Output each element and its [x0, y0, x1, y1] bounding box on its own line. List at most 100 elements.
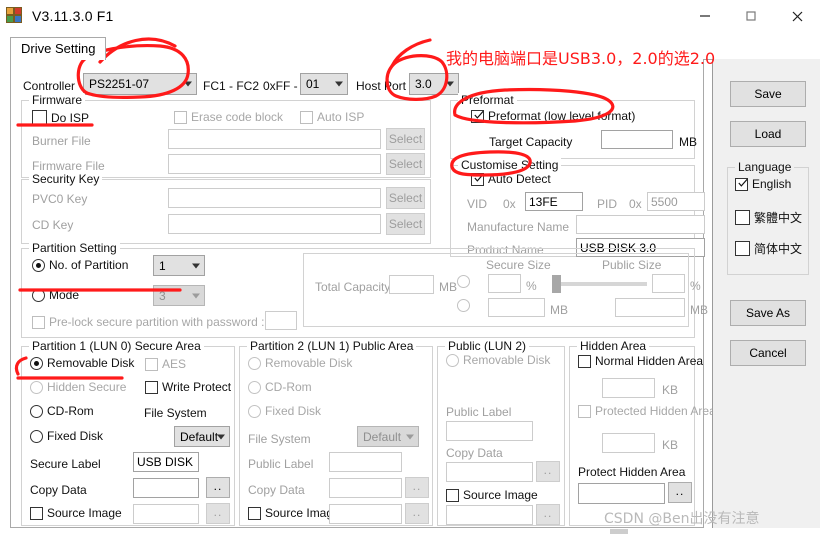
- auto-detect-checkbox[interactable]: Auto Detect: [471, 172, 551, 186]
- p1-copy-data-input[interactable]: [133, 478, 199, 498]
- protect-hidden-area-browse-button[interactable]: ..: [668, 482, 692, 503]
- preformat-checkbox[interactable]: Preformat (low level format): [471, 109, 635, 123]
- p2-cd-rom-radio[interactable]: CD-Rom: [248, 380, 312, 394]
- firmware-file-input[interactable]: [168, 154, 381, 174]
- p1-cd-rom-label: CD-Rom: [47, 404, 94, 418]
- pid-input[interactable]: 5500: [647, 192, 705, 211]
- prelock-password-input[interactable]: [265, 311, 297, 330]
- slider-thumb[interactable]: [552, 275, 561, 293]
- lun2-copy-data-browse-button[interactable]: ..: [536, 461, 560, 482]
- p2-fixed-disk-radio[interactable]: Fixed Disk: [248, 404, 321, 418]
- secure-size-label: Secure Size: [486, 258, 551, 272]
- language-traditional-chinese-checkbox[interactable]: 繁體中文: [735, 209, 802, 226]
- firmware-file-label: Firmware File: [32, 159, 105, 173]
- maximize-icon[interactable]: [728, 0, 774, 32]
- total-capacity-unit: MB: [439, 280, 457, 294]
- p1-hidden-secure-radio[interactable]: Hidden Secure: [30, 380, 126, 394]
- p2-file-system-select[interactable]: Default: [357, 426, 419, 447]
- p1-source-image-browse-button[interactable]: ..: [206, 503, 230, 524]
- p1-cd-rom-radio[interactable]: CD-Rom: [30, 404, 94, 418]
- secure-percent-input[interactable]: [488, 274, 521, 293]
- scroll-nub[interactable]: [610, 529, 628, 534]
- do-isp-label: Do ISP: [51, 110, 90, 125]
- do-isp-checkbox[interactable]: Do ISP: [32, 110, 89, 125]
- no-of-partition-select[interactable]: 1: [153, 255, 205, 276]
- no-of-partition-value: 1: [159, 258, 166, 273]
- radio-circle: [30, 380, 43, 394]
- load-button[interactable]: Load: [730, 121, 806, 147]
- p1-source-image-input[interactable]: [133, 504, 199, 524]
- p1-write-protect-checkbox[interactable]: Write Protect: [145, 380, 231, 394]
- checkbox-box: [735, 241, 750, 256]
- manufacture-name-input[interactable]: [576, 215, 705, 234]
- burner-file-select-button[interactable]: Select: [386, 128, 425, 150]
- mode-radio[interactable]: Mode: [32, 288, 79, 302]
- percent-mode-radio[interactable]: [457, 275, 474, 288]
- radio-circle: [30, 356, 43, 370]
- language-simplified-chinese-checkbox[interactable]: 简体中文: [735, 240, 802, 257]
- p2-source-image-checkbox[interactable]: Source Image: [248, 506, 340, 520]
- firmware-legend: Firmware: [29, 93, 85, 107]
- p1-copy-data-browse-button[interactable]: ..: [206, 477, 230, 498]
- pvc0-key-select-button[interactable]: Select: [386, 187, 425, 209]
- titlebar: V3.11.3.0 F1: [0, 0, 820, 32]
- protect-hidden-area-input[interactable]: [578, 483, 665, 504]
- firmware-file-select-button[interactable]: Select: [386, 153, 425, 175]
- mb-mode-radio[interactable]: [457, 299, 474, 312]
- chevron-down-icon: [446, 81, 454, 87]
- protected-hidden-area-checkbox[interactable]: Protected Hidden Area: [578, 404, 716, 418]
- total-capacity-input[interactable]: [389, 275, 434, 294]
- tab-drive-setting[interactable]: Drive Setting: [10, 37, 107, 60]
- p2-cd-rom-label: CD-Rom: [265, 380, 312, 394]
- p2-copy-data-input[interactable]: [329, 478, 402, 498]
- lun2-source-image-input[interactable]: [446, 505, 533, 525]
- p1-aes-checkbox[interactable]: AES: [145, 357, 186, 371]
- p1-source-image-checkbox[interactable]: Source Image: [30, 506, 122, 520]
- protected-hidden-size-input[interactable]: [602, 433, 655, 453]
- p2-source-image-browse-button[interactable]: ..: [405, 503, 429, 524]
- lun2-removable-disk-radio[interactable]: Removable Disk: [446, 353, 550, 367]
- checkbox-box: [578, 404, 591, 418]
- p1-file-system-select[interactable]: Default: [174, 426, 230, 447]
- p1-secure-label-input[interactable]: USB DISK: [133, 452, 199, 472]
- lun2-source-image-checkbox[interactable]: Source Image: [446, 488, 538, 502]
- lun2-public-label-input[interactable]: [446, 421, 533, 441]
- save-button[interactable]: Save: [730, 81, 806, 107]
- fc-value-select[interactable]: 01: [300, 73, 348, 95]
- burner-file-input[interactable]: [168, 129, 381, 149]
- p1-aes-label: AES: [162, 357, 187, 371]
- normal-hidden-area-checkbox[interactable]: Normal Hidden Area: [578, 354, 703, 368]
- p2-copy-data-browse-button[interactable]: ..: [405, 477, 429, 498]
- vid-input[interactable]: 13FE: [525, 192, 583, 211]
- close-icon[interactable]: [774, 0, 820, 32]
- lun2-source-image-browse-button[interactable]: ..: [536, 504, 560, 525]
- controller-select[interactable]: PS2251-07: [83, 73, 197, 95]
- size-slider[interactable]: [552, 275, 647, 293]
- p2-public-label-input[interactable]: [329, 452, 402, 472]
- cd-key-input[interactable]: [168, 214, 381, 234]
- p2-removable-disk-radio[interactable]: Removable Disk: [248, 356, 352, 370]
- minimize-icon[interactable]: [682, 0, 728, 32]
- p1-removable-disk-radio[interactable]: Removable Disk: [30, 356, 134, 370]
- normal-hidden-size-input[interactable]: [602, 378, 655, 398]
- cancel-button[interactable]: Cancel: [730, 340, 806, 366]
- secure-mb-input[interactable]: [488, 298, 545, 317]
- auto-isp-checkbox[interactable]: Auto ISP: [300, 110, 364, 124]
- public-mb-input[interactable]: [615, 298, 685, 317]
- p2-source-image-input[interactable]: [329, 504, 402, 524]
- mode-select[interactable]: 3: [153, 285, 205, 306]
- prelock-label: Pre-lock secure partition with password …: [49, 315, 265, 329]
- prelock-checkbox[interactable]: Pre-lock secure partition with password …: [32, 315, 264, 329]
- no-of-partition-radio[interactable]: No. of Partition: [32, 258, 128, 272]
- save-as-button[interactable]: Save As: [730, 300, 806, 326]
- target-capacity-input[interactable]: [601, 130, 673, 149]
- erase-code-block-checkbox[interactable]: Erase code block: [174, 110, 283, 124]
- pvc0-key-input[interactable]: [168, 188, 381, 208]
- lun2-copy-data-input[interactable]: [446, 462, 533, 482]
- p2-fixed-disk-label: Fixed Disk: [265, 404, 322, 418]
- public-percent-input[interactable]: [652, 274, 685, 293]
- cd-key-select-button[interactable]: Select: [386, 213, 425, 235]
- p1-fixed-disk-radio[interactable]: Fixed Disk: [30, 429, 103, 443]
- host-port-select[interactable]: 3.0: [409, 73, 459, 95]
- language-english-checkbox[interactable]: English: [735, 177, 791, 191]
